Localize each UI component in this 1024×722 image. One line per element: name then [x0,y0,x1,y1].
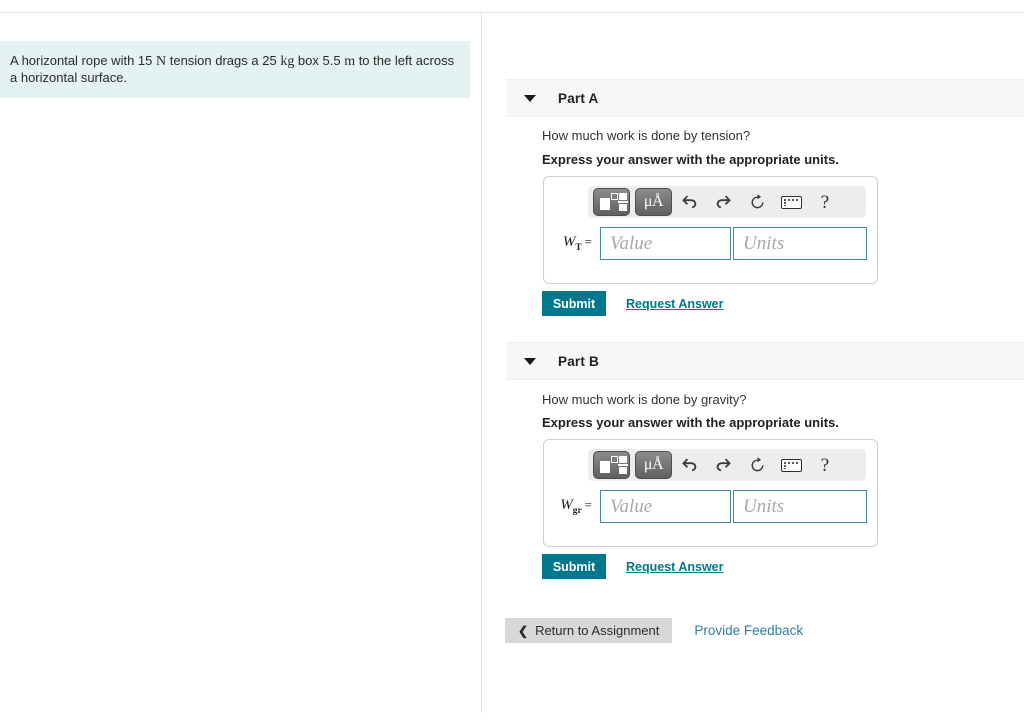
part-a-equals: = [584,234,592,249]
redo-icon[interactable] [706,451,740,479]
part-a-variable-label: WT = [544,234,600,253]
footer-actions: ❮ Return to Assignment Provide Feedback [482,618,1024,643]
answer-panel: Part A How much work is done by tension?… [482,13,1024,722]
part-b-toolbar: μÅ ? [588,449,866,481]
units-icon-label: μÅ [643,456,664,473]
part-b-answer-row: Wgr = Value Units [544,490,877,523]
problem-panel: A horizontal rope with 15 N tension drag… [0,13,481,722]
part-b-value-placeholder: Value [610,495,653,517]
keyboard-icon[interactable] [774,451,808,479]
part-a-title: Part A [558,90,599,106]
part-a-units-placeholder: Units [743,232,785,254]
reset-icon[interactable] [740,451,774,479]
part-a-variable: W [562,234,576,250]
part-b-instruction: Express your answer with the appropriate… [542,415,839,430]
problem-statement-text: A horizontal rope with 15 N tension drag… [10,53,456,86]
math-template-icon[interactable] [593,188,630,216]
part-a-value-placeholder: Value [610,232,653,254]
part-a-subscript: T [575,243,582,253]
redo-icon[interactable] [706,188,740,216]
chevron-left-icon: ❮ [518,623,529,638]
help-icon-label: ? [820,191,830,213]
help-icon-label: ? [820,454,830,476]
caret-down-icon[interactable] [524,357,536,365]
part-b-submit-row: Submit Request Answer [542,554,723,579]
part-b-equals: = [584,497,592,512]
part-a-submit-button[interactable]: Submit [542,291,606,316]
undo-icon[interactable] [672,188,706,216]
problem-statement-box: A horizontal rope with 15 N tension drag… [0,41,470,98]
part-b-header[interactable]: Part B [506,342,1024,380]
units-micro-angstrom-icon[interactable]: μÅ [635,188,672,216]
provide-feedback-link[interactable]: Provide Feedback [694,623,803,638]
keyboard-icon[interactable] [774,188,808,216]
problem-seg-2: tension drags a 25 [166,53,281,68]
unit-newton: N [155,54,167,69]
part-b-variable: W [560,497,573,513]
part-b-subscript: gr [572,506,582,516]
part-a-submit-row: Submit Request Answer [542,291,723,316]
part-b-question: How much work is done by gravity? [542,392,747,407]
part-a-instruction: Express your answer with the appropriate… [542,152,839,167]
part-a-question: How much work is done by tension? [542,128,751,143]
part-a-header[interactable]: Part A [506,79,1024,117]
return-to-assignment-button[interactable]: ❮ Return to Assignment [505,618,673,643]
page-root: A horizontal rope with 15 N tension drag… [0,0,1024,722]
part-b-title: Part B [558,353,599,369]
part-a-toolbar: μÅ ? [588,186,866,218]
part-b-request-answer-link[interactable]: Request Answer [626,560,723,574]
part-a-units-input[interactable]: Units [733,227,867,260]
part-b-answer-card: μÅ ? Wgr = Value Units [543,439,878,547]
part-a-request-answer-link[interactable]: Request Answer [626,297,723,311]
unit-meter: m [344,54,356,69]
part-b-variable-label: Wgr = [544,497,600,516]
part-b-submit-button[interactable]: Submit [542,554,606,579]
part-b-units-placeholder: Units [743,495,785,517]
units-icon-label: μÅ [643,193,664,210]
part-a-answer-card: μÅ ? WT = Value Units [543,176,878,284]
help-icon[interactable]: ? [808,451,842,479]
return-to-assignment-label: Return to Assignment [535,623,660,638]
reset-icon[interactable] [740,188,774,216]
part-b-value-input[interactable]: Value [600,490,731,523]
problem-seg-4: box 5.5 [294,53,345,68]
undo-icon[interactable] [672,451,706,479]
unit-kilogram: kg [280,54,295,69]
part-a-value-input[interactable]: Value [600,227,731,260]
problem-seg-0: A horizontal rope with 15 [10,53,156,68]
part-a-answer-row: WT = Value Units [544,227,877,260]
help-icon[interactable]: ? [808,188,842,216]
math-template-icon[interactable] [593,451,630,479]
part-b-units-input[interactable]: Units [733,490,867,523]
units-micro-angstrom-icon[interactable]: μÅ [635,451,672,479]
caret-down-icon[interactable] [524,94,536,102]
